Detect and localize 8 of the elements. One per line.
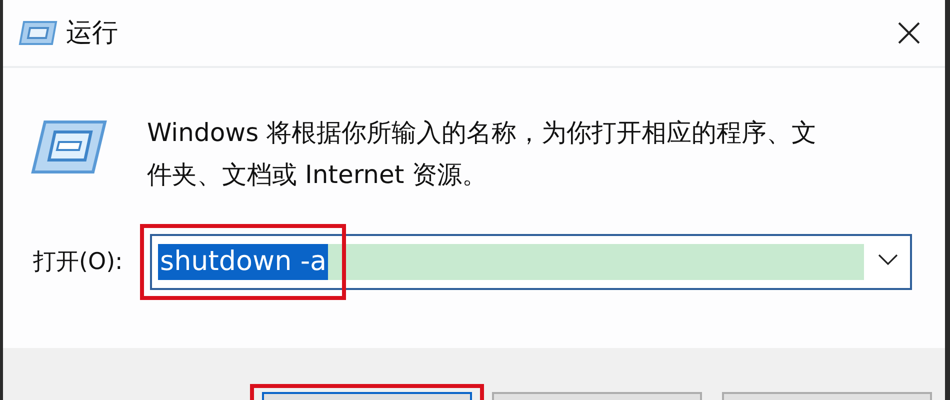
command-combobox[interactable]: shutdown -a	[150, 234, 912, 290]
instruction-text: Windows 将根据你所输入的名称，为你打开相应的程序、文件夹、文档或 Internet 资源。	[147, 117, 818, 191]
open-label: 打开(O):	[33, 248, 124, 277]
close-icon[interactable]	[897, 21, 921, 45]
run-icon	[31, 120, 107, 174]
chevron-down-icon[interactable]	[878, 254, 898, 266]
window-title: 运行	[66, 16, 118, 50]
run-icon	[18, 20, 58, 46]
